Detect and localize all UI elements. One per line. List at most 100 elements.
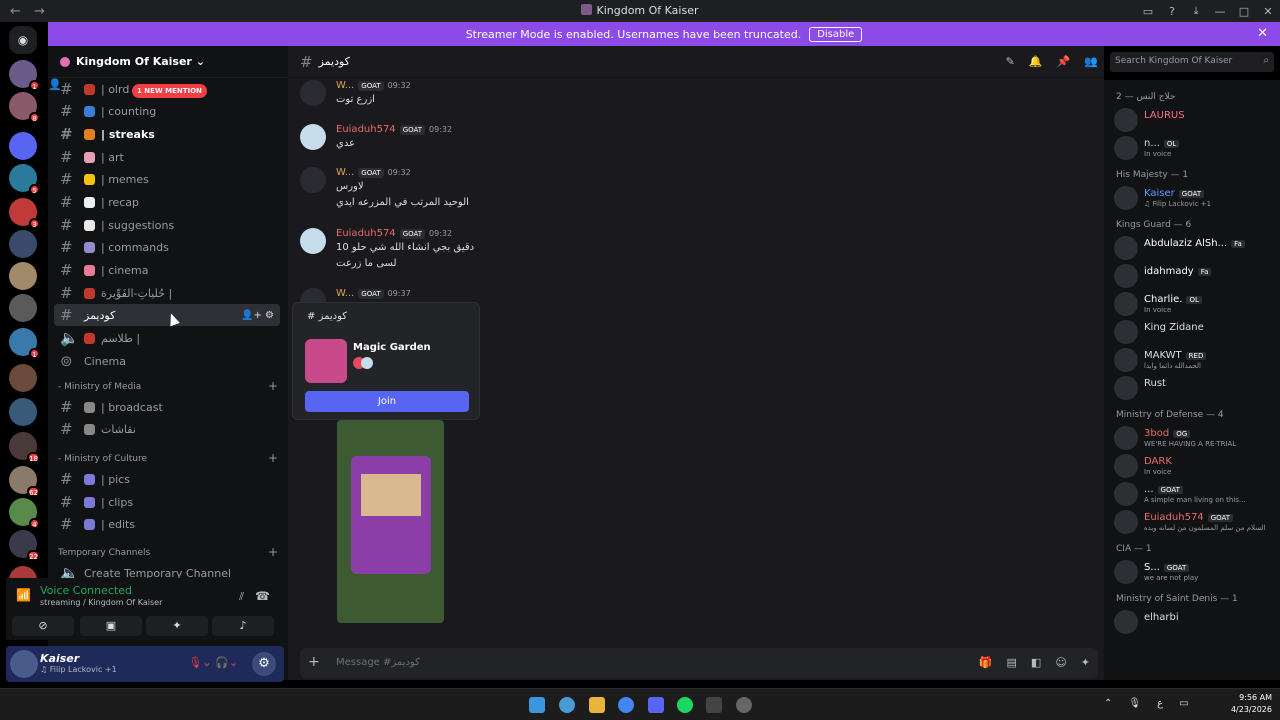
close-window-button[interactable]: ✕ — [1256, 5, 1280, 18]
noise-suppression-icon[interactable]: ⫽ — [239, 590, 244, 604]
windows-start-icon[interactable] — [529, 697, 545, 713]
inbox-icon[interactable]: ▭ — [1136, 5, 1160, 18]
server-icon[interactable] — [9, 230, 37, 258]
channel-item[interactable]: # | cinema — [54, 259, 280, 281]
new-mention-badge[interactable]: 1 NEW MENTION — [132, 84, 207, 98]
bell-icon[interactable]: 🔔 — [1029, 55, 1043, 68]
member-item[interactable]: S... GOAT we are not play — [1112, 560, 1276, 584]
activities-button[interactable]: ✦ — [146, 616, 208, 636]
threads-icon[interactable]: ✎ — [1006, 55, 1015, 68]
maximize-button[interactable]: □ — [1232, 5, 1256, 18]
channel-item[interactable]: # | counting — [54, 100, 280, 122]
xbox-icon[interactable] — [706, 697, 722, 713]
member-item[interactable]: MAKWT RED الحمدالله دائما وابدا — [1112, 348, 1276, 372]
message-author[interactable]: W... GOAT 09:37 — [336, 288, 411, 299]
member-item[interactable]: Charlie. OL In voice — [1112, 292, 1276, 316]
mic-icon[interactable]: 🎙 — [1128, 698, 1141, 709]
avatar[interactable] — [300, 228, 326, 254]
message-author[interactable]: Euiaduh574 GOAT 09:32 — [336, 124, 452, 135]
camera-button[interactable]: ⊘ — [12, 616, 74, 636]
member-item[interactable]: idahmady Fa — [1112, 264, 1276, 288]
server-icon[interactable]: 4 — [9, 498, 40, 529]
channel-item[interactable]: # | suggestions — [54, 214, 280, 236]
member-item[interactable]: LAURUS — [1112, 108, 1276, 132]
screen-share-button[interactable]: ▣ — [80, 616, 142, 636]
channel-item[interactable]: # | memes — [54, 168, 280, 190]
channel-item[interactable]: # | clips — [54, 491, 280, 513]
channel-item[interactable]: # | broadcast — [54, 396, 280, 418]
server-icon[interactable]: 5 — [9, 164, 40, 195]
sticker-icon[interactable]: ◧ — [1031, 656, 1041, 669]
message-composer[interactable]: + Message #كوديمز 🎁 ▤ ◧ ☺ ✦ — [300, 648, 1098, 678]
voice-channel[interactable]: streaming / Kingdom Of Kaiser — [40, 598, 162, 607]
channel-item[interactable]: # | edits — [54, 513, 280, 535]
plus-icon[interactable]: + — [308, 654, 320, 670]
member-item[interactable]: elharbi — [1112, 610, 1276, 634]
member-item[interactable]: Abdulaziz AlSh... Fa — [1112, 236, 1276, 260]
discord-home-icon[interactable]: ◉ — [9, 26, 37, 54]
channel-item[interactable]: # | commands — [54, 236, 280, 258]
channel-item[interactable]: 🔈 طلاسم | — [54, 327, 280, 349]
avatar[interactable] — [300, 80, 326, 106]
server-icon[interactable] — [9, 294, 37, 322]
help-icon[interactable]: ? — [1160, 5, 1184, 18]
plus-icon[interactable]: + — [268, 379, 278, 393]
language-indicator[interactable]: ع — [1157, 698, 1163, 709]
member-item[interactable]: 3bod OG WE'RE HAVING A RE-TRIAL — [1112, 426, 1276, 450]
server-icon[interactable]: 3 — [9, 198, 40, 229]
gift-icon[interactable]: 🎁 — [979, 656, 993, 669]
channel-item[interactable]: # | streaks — [54, 123, 280, 145]
server-header[interactable]: Kingdom Of Kaiser ⌄ — [48, 46, 288, 78]
steam-icon[interactable] — [736, 697, 752, 713]
member-item[interactable]: Rust — [1112, 376, 1276, 400]
network-icon[interactable]: ▭ — [1179, 698, 1188, 709]
apps-icon[interactable]: ✦ — [1081, 656, 1090, 669]
channel-item[interactable]: # | art — [54, 146, 280, 168]
avatar[interactable] — [300, 124, 326, 150]
member-item[interactable]: ... GOAT A simple man living on this... — [1112, 482, 1276, 506]
close-banner-icon[interactable]: ✕ — [1257, 26, 1268, 41]
channel-item[interactable]: ⊚ Cinema — [54, 350, 280, 372]
message-author[interactable]: W... GOAT 09:32 — [336, 167, 411, 178]
member-item[interactable]: n... OL In voice — [1112, 136, 1276, 160]
avatar[interactable] — [10, 650, 38, 678]
category-temporary-channels[interactable]: Temporary Channels + — [58, 545, 278, 562]
member-item[interactable]: DARK In voice — [1112, 454, 1276, 478]
spotify-icon[interactable] — [677, 697, 693, 713]
gif-icon[interactable]: ▤ — [1007, 656, 1017, 669]
channel-item[interactable]: # | recap — [54, 191, 280, 213]
disconnect-icon[interactable]: ☎ — [255, 589, 270, 603]
avatar[interactable] — [300, 167, 326, 193]
message-author[interactable]: W... GOAT 09:32 — [336, 80, 411, 91]
server-icon[interactable]: 1 — [9, 60, 40, 91]
server-icon[interactable]: 62 — [9, 466, 40, 497]
channel-actions[interactable]: 👤+ ⚙ — [241, 310, 274, 321]
mute-deafen-icons[interactable]: 🎙⌄ 🎧⌄ — [188, 656, 238, 669]
discord-taskbar-icon[interactable] — [648, 697, 664, 713]
members-icon[interactable]: 👥 — [1084, 55, 1098, 68]
pin-icon[interactable]: 📌 — [1057, 55, 1071, 68]
search-input[interactable]: Search Kingdom Of Kaiser ⌕ — [1110, 52, 1274, 72]
server-icon[interactable]: 22 — [9, 530, 40, 561]
disable-button[interactable]: Disable — [809, 26, 863, 42]
server-icon[interactable] — [9, 132, 37, 160]
server-icon[interactable] — [9, 364, 37, 392]
server-icon[interactable]: 18 — [9, 432, 40, 463]
plus-icon[interactable]: + — [268, 451, 278, 465]
server-icon[interactable]: 1 — [9, 328, 40, 359]
member-item[interactable]: Kaiser GOAT ♫ Filip Lackovic +1 — [1112, 186, 1276, 210]
message-author[interactable]: Euiaduh574 GOAT 09:32 — [336, 228, 452, 239]
chevron-up-icon[interactable]: ⌃ — [1104, 698, 1112, 709]
gear-icon[interactable]: ⚙ — [252, 652, 276, 676]
member-item[interactable]: Euiaduh574 GOAT السلام من سلم المسلمون من … — [1112, 510, 1276, 534]
file-explorer-icon[interactable] — [589, 697, 605, 713]
channel-item[interactable]: # نقاشات — [54, 418, 280, 440]
game-screenshot[interactable] — [337, 420, 444, 623]
category-ministry-of-media[interactable]: - Ministry of Media + — [58, 379, 278, 396]
member-item[interactable]: King Zidane — [1112, 320, 1276, 344]
message-input[interactable]: Message #كوديمز — [336, 657, 420, 668]
server-icon[interactable]: 8 — [9, 92, 40, 123]
channel-item[interactable]: # حُلياتِ-الفَوِّيرة | — [54, 282, 280, 304]
minimize-button[interactable]: — — [1208, 5, 1232, 18]
download-icon[interactable]: ⤓ — [1184, 4, 1208, 18]
